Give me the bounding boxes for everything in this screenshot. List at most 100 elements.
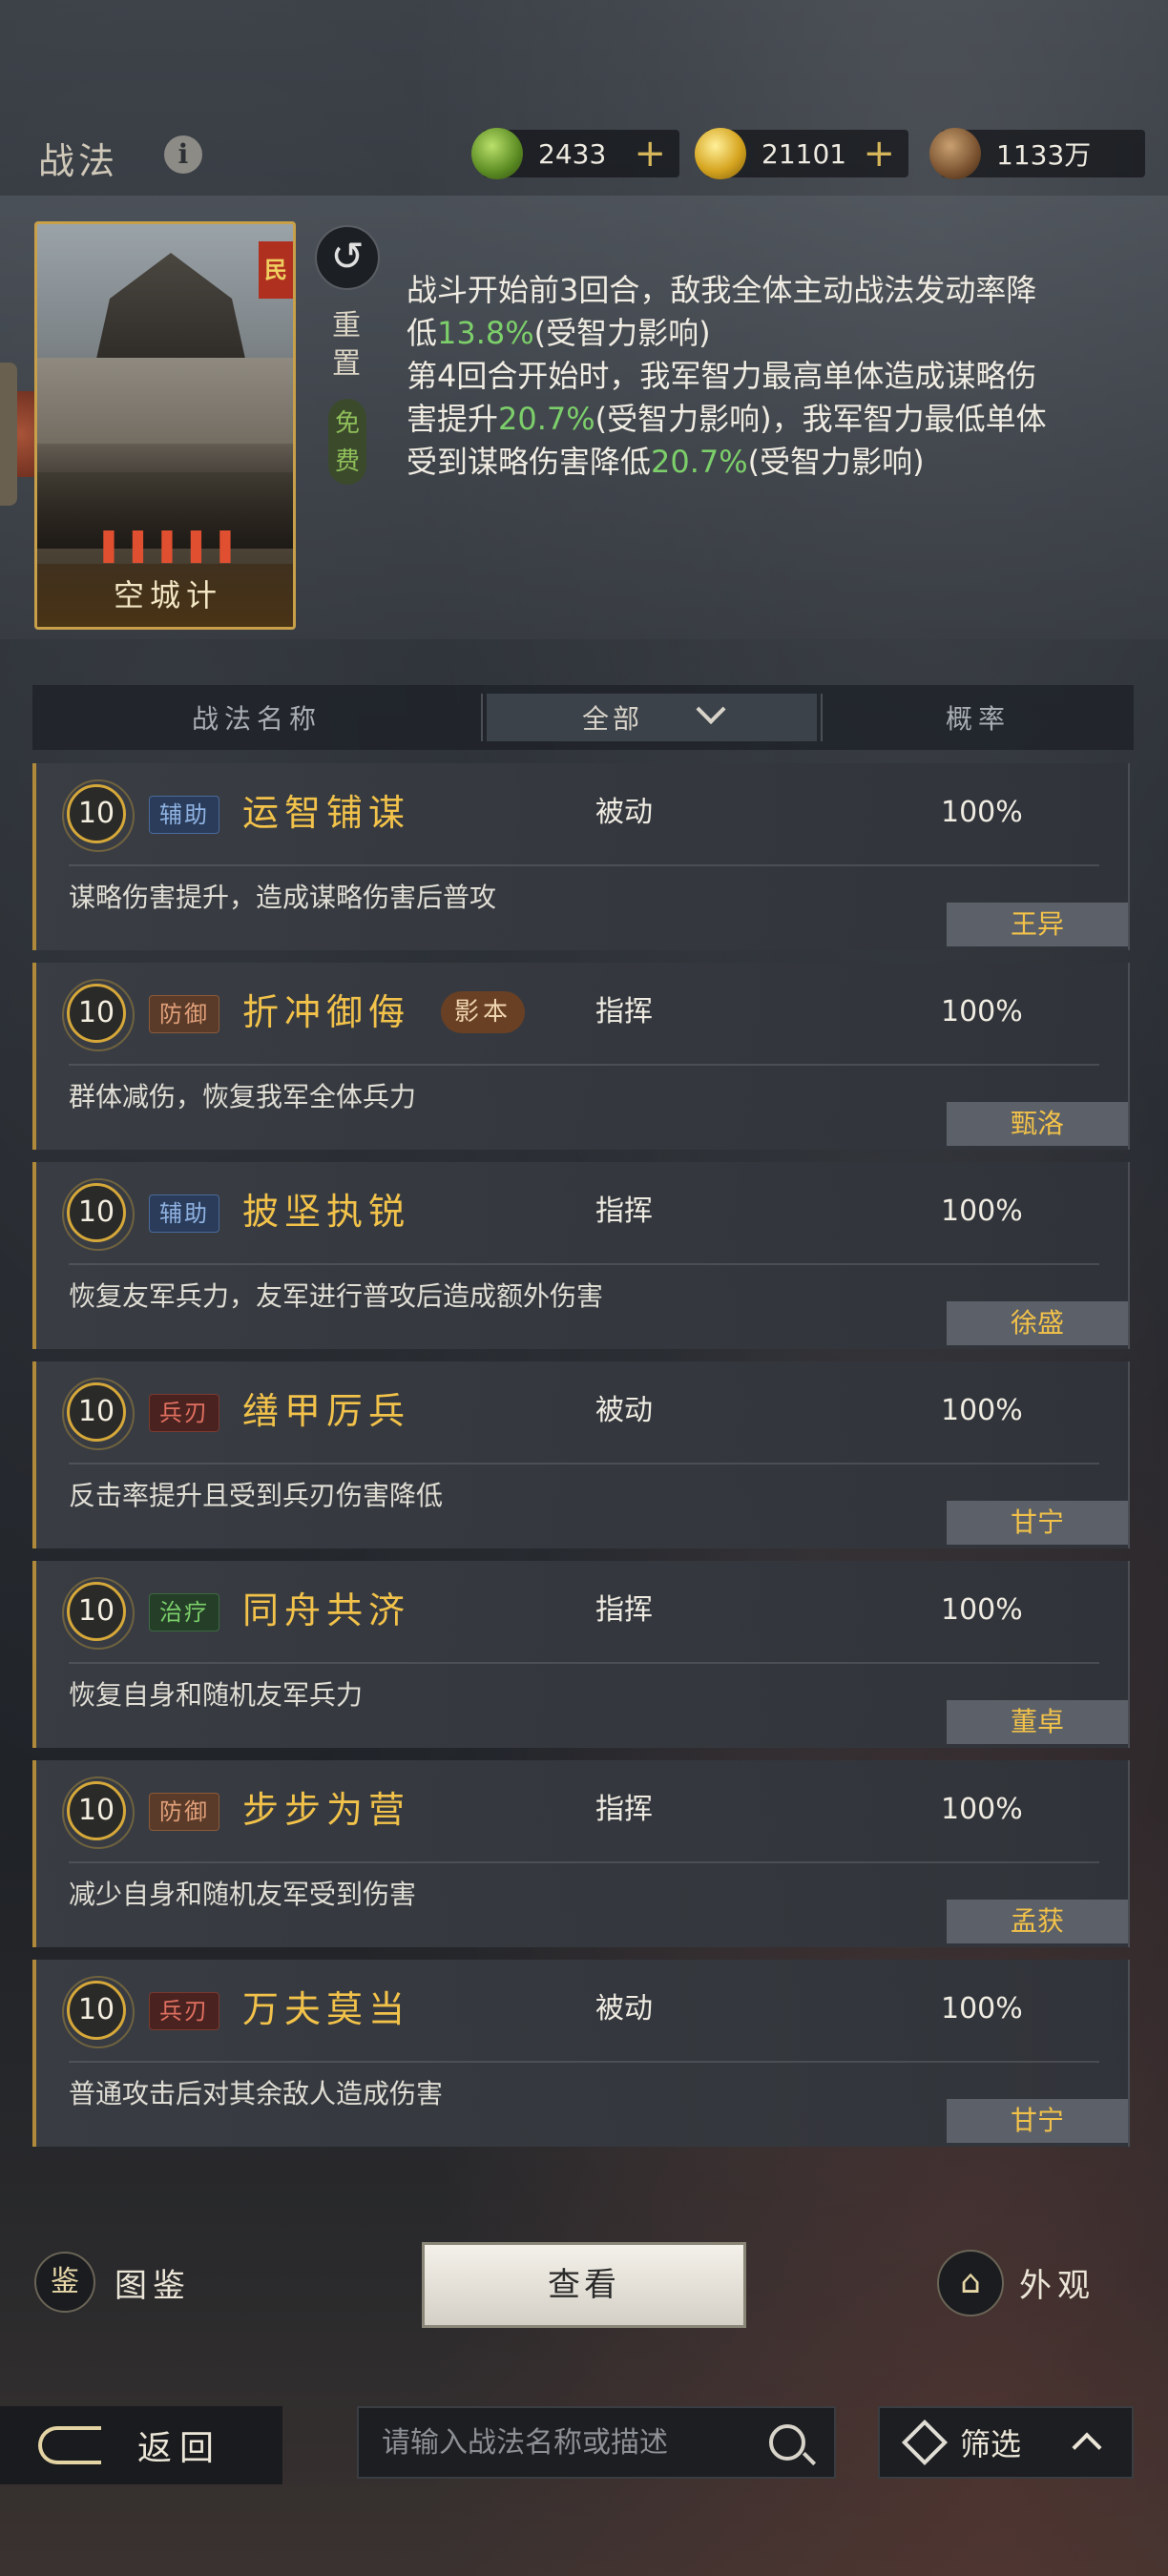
skill-description: 战斗开始前3回合，敌我全体主动战法发动率降低13.8%(受智力影响) 第4回合开始… xyxy=(407,269,1055,519)
skill-category-tag: 防御 xyxy=(149,995,219,1033)
skill-type: 指挥 xyxy=(595,1195,653,1228)
card-stars: ❚❚❚❚❚ xyxy=(94,526,241,564)
hero-source-label[interactable]: 甄洛 xyxy=(947,1102,1128,1146)
skill-list[interactable]: 10 辅助 运智铺谋 被动 100% 谋略伤害提升，造成谋略伤害后普攻 王异 10 防御 折冲御侮… xyxy=(32,763,1132,2156)
add-gold-button[interactable]: + xyxy=(863,135,895,173)
skill-row[interactable]: 10 治疗 同舟共济 指挥 100% 恢复自身和随机友军兵力 董卓 xyxy=(32,1561,1130,1748)
divider xyxy=(481,694,483,741)
column-header-name: 战法名称 xyxy=(191,703,322,735)
skill-type: 被动 xyxy=(595,1992,653,2025)
back-button-label: 返回 xyxy=(137,2429,222,2468)
skill-level-badge: 10 xyxy=(62,1178,135,1251)
hero-source-label[interactable]: 董卓 xyxy=(947,1700,1128,1744)
highlight-percent: 13.8% xyxy=(437,315,534,351)
hero-source-label[interactable]: 甘宁 xyxy=(947,2099,1128,2143)
skill-summary: 群体减伤，恢复我军全体兵力 xyxy=(69,1081,417,1112)
reset-icon[interactable]: ↺ xyxy=(315,225,380,290)
skill-row[interactable]: 10 防御 步步为营 指挥 100% 减少自身和随机友军受到伤害 孟获 xyxy=(32,1760,1130,1947)
skill-level-badge: 10 xyxy=(62,979,135,1051)
skill-level-badge: 10 xyxy=(62,1378,135,1450)
description-text: (受智力影响) xyxy=(533,315,711,351)
skill-name: 万夫莫当 xyxy=(242,1988,411,2030)
gold-coin-icon xyxy=(695,128,746,179)
highlight-percent: 20.7% xyxy=(498,401,595,437)
column-header-probability: 概率 xyxy=(945,703,1011,735)
row-divider xyxy=(69,1463,1099,1465)
gallery-icon[interactable]: 鉴 xyxy=(34,2252,95,2313)
skill-row[interactable]: 10 兵刃 万夫莫当 被动 100% 普通攻击后对其余敌人造成伤害甘宁 xyxy=(32,1960,1130,2147)
skill-probability: 100% xyxy=(941,1394,1023,1427)
skill-list-header: 战法名称 全部 概率 xyxy=(32,685,1134,750)
row-divider xyxy=(69,1064,1099,1066)
reset-button-label[interactable]: 重置 xyxy=(323,307,370,384)
add-jade-button[interactable]: + xyxy=(634,135,666,173)
side-drawer-handle[interactable] xyxy=(0,363,17,506)
skill-category-tag: 兵刃 xyxy=(149,1992,219,2030)
filter-button[interactable]: 筛选 xyxy=(878,2406,1134,2479)
skill-probability: 100% xyxy=(941,995,1023,1028)
skill-category-tag: 兵刃 xyxy=(149,1394,219,1432)
back-button[interactable]: 返回 xyxy=(0,2406,282,2484)
skill-type: 被动 xyxy=(595,1394,653,1427)
resource-jade-value: 2433 xyxy=(538,137,607,170)
resource-jade[interactable]: 2433 + xyxy=(471,128,679,179)
skill-category-tag: 防御 xyxy=(149,1793,219,1831)
highlight-percent: 20.7% xyxy=(651,444,748,480)
skill-summary: 恢复友军兵力，友军进行普攻后造成额外伤害 xyxy=(69,1280,604,1312)
skill-probability: 100% xyxy=(941,796,1023,829)
skill-summary: 普通攻击后对其余敌人造成伤害 xyxy=(69,2078,444,2109)
hero-source-label[interactable]: 甘宁 xyxy=(947,1501,1128,1545)
copper-coin-icon xyxy=(929,128,981,179)
appearance-button-label[interactable]: 外观 xyxy=(1019,2259,1095,2306)
page-title: 战法 xyxy=(38,140,119,182)
resource-gold-value: 21101 xyxy=(761,137,847,170)
card-name: 空城计 xyxy=(37,564,293,627)
free-badge: 免费 xyxy=(328,399,366,485)
skill-category-tag: 辅助 xyxy=(149,1195,219,1233)
back-arrow-icon xyxy=(38,2426,101,2464)
hero-source-label[interactable]: 孟获 xyxy=(947,1900,1128,1943)
skill-probability: 100% xyxy=(941,1195,1023,1228)
skill-type: 指挥 xyxy=(595,1793,653,1826)
card-gate-art xyxy=(94,253,247,367)
skill-name: 折冲御侮 xyxy=(242,991,411,1033)
skill-name: 披坚执锐 xyxy=(242,1191,411,1233)
resource-copper: 1133万 xyxy=(929,128,1145,179)
filter-button-label: 筛选 xyxy=(960,2426,1022,2462)
hero-source-label[interactable]: 王异 xyxy=(947,903,1128,946)
skill-name: 缮甲厉兵 xyxy=(242,1390,411,1432)
search-icon[interactable] xyxy=(769,2424,805,2461)
view-button[interactable]: 查看 xyxy=(422,2242,746,2328)
skill-probability: 100% xyxy=(941,1992,1023,2025)
row-divider xyxy=(69,1861,1099,1863)
skill-type: 被动 xyxy=(595,796,653,829)
skill-name: 同舟共济 xyxy=(242,1589,411,1631)
info-icon[interactable]: i xyxy=(164,135,202,174)
skill-row[interactable]: 10 防御 折冲御侮 影本 指挥 100% 群体减伤，恢复我军全体兵力甄洛 xyxy=(32,963,1130,1150)
skill-summary: 谋略伤害提升，造成谋略伤害后普攻 xyxy=(69,882,497,913)
search-box[interactable] xyxy=(357,2406,836,2479)
row-divider xyxy=(69,1662,1099,1664)
shadow-copy-badge: 影本 xyxy=(441,991,526,1033)
appearance-icon[interactable]: ⌂ xyxy=(937,2250,1004,2316)
category-filter-dropdown[interactable]: 全部 xyxy=(487,694,817,741)
skill-summary: 反击率提升且受到兵刃伤害降低 xyxy=(69,1480,444,1511)
skill-level-badge: 10 xyxy=(62,1776,135,1849)
resource-gold[interactable]: 21101 + xyxy=(695,128,908,179)
skill-probability: 100% xyxy=(941,1793,1023,1826)
skill-row[interactable]: 10 兵刃 缮甲厉兵 被动 100% 反击率提升且受到兵刃伤害降低甘宁 xyxy=(32,1361,1130,1548)
skill-level-badge: 10 xyxy=(62,1976,135,2048)
search-input[interactable] xyxy=(382,2425,763,2460)
category-filter-value: 全部 xyxy=(581,703,643,735)
skill-level-badge: 10 xyxy=(62,1577,135,1650)
row-divider xyxy=(69,1263,1099,1265)
gallery-button-label[interactable]: 图鉴 xyxy=(115,2259,191,2306)
skill-card[interactable]: 民 ❚❚❚❚❚ 空城计 xyxy=(34,221,296,630)
row-divider xyxy=(69,864,1099,866)
skill-summary: 恢复自身和随机友军兵力 xyxy=(69,1679,364,1711)
hero-source-label[interactable]: 徐盛 xyxy=(947,1301,1128,1345)
skill-type: 指挥 xyxy=(595,995,653,1028)
skill-row[interactable]: 10 辅助 披坚执锐 指挥 100% 恢复友军兵力，友军进行普攻后造成额外伤害徐盛 xyxy=(32,1162,1130,1349)
skill-row[interactable]: 10 辅助 运智铺谋 被动 100% 谋略伤害提升，造成谋略伤害后普攻 王异 xyxy=(32,763,1130,950)
skill-probability: 100% xyxy=(941,1593,1023,1627)
